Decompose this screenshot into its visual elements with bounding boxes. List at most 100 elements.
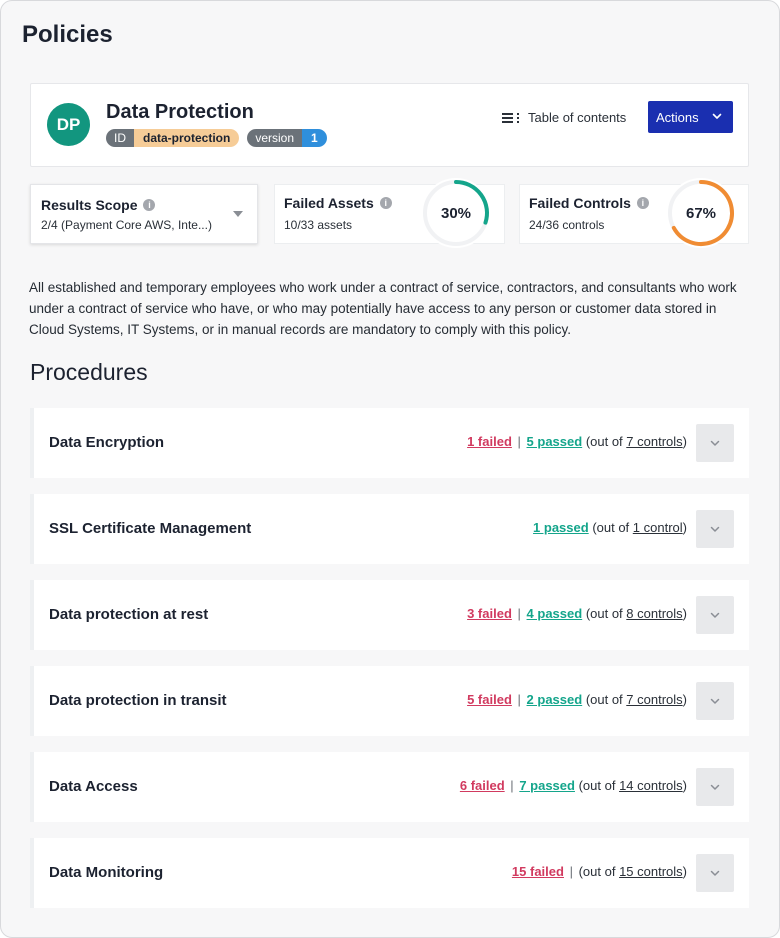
actions-label: Actions <box>656 109 699 125</box>
procedure-stats: 3 failed | 4 passed (out of 8 controls) <box>467 606 687 621</box>
results-scope-label: Results Scope <box>41 197 138 213</box>
procedure-row: Data Access 6 failed | 7 passed (out of … <box>30 752 749 822</box>
failed-link[interactable]: 6 failed <box>460 778 505 793</box>
passed-link[interactable]: 2 passed <box>527 692 583 707</box>
id-badge-key: ID <box>106 129 134 147</box>
info-icon[interactable]: i <box>143 199 156 211</box>
out-of-label: (out of <box>585 606 627 621</box>
chevron-down-icon <box>710 612 720 618</box>
failed-link[interactable]: 1 failed <box>467 434 512 449</box>
procedure-name: Data Encryption <box>49 434 165 451</box>
list-icon <box>502 112 519 124</box>
procedure-name: Data Monitoring <box>49 864 164 881</box>
separator: | <box>569 864 573 879</box>
policy-badges: ID data-protection version 1 <box>106 129 327 147</box>
actions-button[interactable]: Actions <box>648 101 733 133</box>
chevron-down-icon <box>710 784 720 790</box>
chevron-down-icon <box>710 440 720 446</box>
out-of-suffix: ) <box>682 434 687 449</box>
total-controls-link[interactable]: 7 controls <box>626 692 682 707</box>
passed-link[interactable]: 5 passed <box>527 434 583 449</box>
policy-name: Data Protection <box>106 101 254 123</box>
results-scope-select[interactable]: Results Scope i 2/4 (Payment Core AWS, I… <box>30 184 258 244</box>
policy-header: DP Data Protection ID data-protection ve… <box>30 83 749 167</box>
separator: | <box>510 778 514 793</box>
results-scope-value: 2/4 (Payment Core AWS, Inte...) <box>41 218 212 232</box>
info-icon[interactable]: i <box>379 197 392 209</box>
expand-button[interactable] <box>696 596 734 634</box>
total-controls-link[interactable]: 1 control <box>633 520 683 535</box>
total-controls-link[interactable]: 8 controls <box>626 606 682 621</box>
failed-assets-title: Failed Assets i <box>284 195 392 211</box>
table-of-contents-button[interactable]: Table of contents <box>502 110 626 125</box>
procedure-row: Data protection at rest 3 failed | 4 pas… <box>30 580 749 650</box>
expand-button[interactable] <box>696 682 734 720</box>
failed-assets-label: Failed Assets <box>284 195 374 211</box>
procedure-stats: 1 passed (out of 1 control) <box>533 520 687 535</box>
avatar: DP <box>47 103 90 146</box>
out-of-label: (out of <box>585 692 627 707</box>
separator: | <box>517 606 521 621</box>
procedure-name: Data protection in transit <box>49 692 227 709</box>
chevron-down-icon <box>710 870 720 876</box>
id-badge: ID data-protection <box>106 129 240 147</box>
out-of-suffix: ) <box>682 778 687 793</box>
version-badge: version 1 <box>247 129 327 147</box>
id-badge-value: data-protection <box>134 129 240 147</box>
chevron-down-icon <box>710 526 720 532</box>
failed-link[interactable]: 5 failed <box>467 692 512 707</box>
app-frame: Policies DP Data Protection ID data-prot… <box>0 0 780 938</box>
failed-controls-title: Failed Controls i <box>529 195 649 211</box>
out-of-suffix: ) <box>682 692 687 707</box>
procedure-row: Data Monitoring 15 failed | (out of 15 c… <box>30 838 749 908</box>
out-of-label: (out of <box>592 520 633 535</box>
total-controls-link[interactable]: 14 controls <box>619 778 683 793</box>
page-title: Policies <box>22 21 113 48</box>
failed-controls-count: 24/36 controls <box>529 218 605 232</box>
separator: | <box>517 692 521 707</box>
out-of-suffix: ) <box>682 520 687 535</box>
failed-link[interactable]: 15 failed <box>512 864 564 879</box>
total-controls-link[interactable]: 7 controls <box>626 434 682 449</box>
procedure-stats: 6 failed | 7 passed (out of 14 controls) <box>460 778 687 793</box>
procedure-stats: 1 failed | 5 passed (out of 7 controls) <box>467 434 687 449</box>
out-of-label: (out of <box>585 434 627 449</box>
chevron-down-icon <box>710 698 720 704</box>
procedure-row: Data Encryption 1 failed | 5 passed (out… <box>30 408 749 478</box>
passed-link[interactable]: 4 passed <box>527 606 583 621</box>
caret-down-icon <box>233 211 243 217</box>
version-badge-key: version <box>247 129 303 147</box>
procedure-name: Data protection at rest <box>49 606 209 623</box>
expand-button[interactable] <box>696 854 734 892</box>
failed-link[interactable]: 3 failed <box>467 606 512 621</box>
expand-button[interactable] <box>696 424 734 462</box>
failed-controls-percent: 67% <box>685 204 717 222</box>
chevron-down-icon <box>712 113 722 119</box>
procedure-name: SSL Certificate Management <box>49 520 252 537</box>
policy-description: All established and temporary employees … <box>29 280 737 337</box>
passed-link[interactable]: 1 passed <box>533 520 589 535</box>
passed-link[interactable]: 7 passed <box>519 778 575 793</box>
expand-button[interactable] <box>696 768 734 806</box>
table-of-contents-label: Table of contents <box>528 110 627 125</box>
failed-assets-ring: 30% <box>420 177 492 249</box>
results-scope-title: Results Scope i <box>41 197 156 213</box>
procedure-row: SSL Certificate Management 1 passed (out… <box>30 494 749 564</box>
failed-assets-percent: 30% <box>440 204 472 222</box>
info-icon[interactable]: i <box>636 197 649 209</box>
failed-controls-ring: 67% <box>665 177 737 249</box>
out-of-suffix: ) <box>682 606 687 621</box>
procedure-name: Data Access <box>49 778 138 795</box>
total-controls-link[interactable]: 15 controls <box>619 864 683 879</box>
failed-controls-label: Failed Controls <box>529 195 631 211</box>
procedures-heading: Procedures <box>30 359 148 385</box>
procedure-stats: 5 failed | 2 passed (out of 7 controls) <box>467 692 687 707</box>
out-of-label: (out of <box>578 778 620 793</box>
procedure-stats: 15 failed | (out of 15 controls) <box>512 864 687 879</box>
version-badge-value: 1 <box>302 129 327 147</box>
separator: | <box>517 434 521 449</box>
failed-assets-count: 10/33 assets <box>284 218 353 232</box>
expand-button[interactable] <box>696 510 734 548</box>
out-of-label: (out of <box>578 864 620 879</box>
procedure-row: Data protection in transit 5 failed | 2 … <box>30 666 749 736</box>
